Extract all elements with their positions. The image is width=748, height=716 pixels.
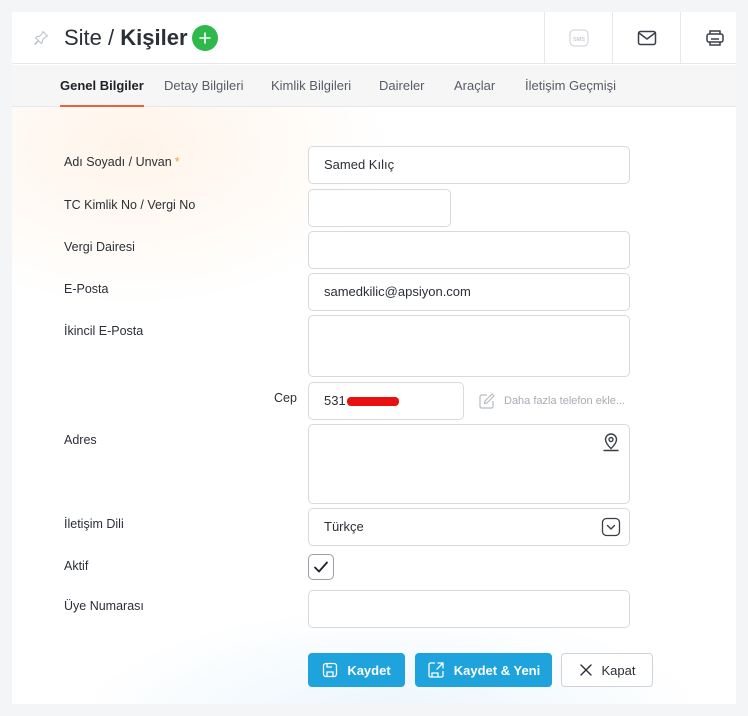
member-no-label: Üye Numarası	[64, 599, 144, 613]
mobile-input[interactable]: 531	[308, 382, 464, 420]
tab-daireler[interactable]: Daireler	[379, 65, 425, 107]
chevron-down-icon[interactable]	[601, 517, 621, 542]
edit-icon	[479, 393, 495, 409]
checkmark-icon	[314, 561, 328, 573]
save-button[interactable]: Kaydet	[308, 653, 405, 687]
address-label: Adres	[64, 433, 97, 447]
printer-icon	[705, 30, 724, 46]
tc-input[interactable]	[308, 189, 451, 227]
sms-button[interactable]: SMS	[544, 12, 612, 64]
tab-detay-bilgileri[interactable]: Detay Bilgileri	[164, 65, 243, 107]
email-label: E-Posta	[64, 282, 109, 296]
mobile-label: Cep	[274, 391, 297, 405]
tab-bar: Genel Bilgiler Detay Bilgileri Kimlik Bi…	[12, 65, 736, 107]
language-label: İletişim Dili	[64, 517, 124, 531]
plus-icon	[199, 32, 211, 44]
name-input[interactable]: Samed Kılıç	[308, 146, 630, 184]
add-more-phone-label: Daha fazla telefon ekle...	[504, 395, 626, 407]
save-and-new-button-label: Kaydet & Yeni	[453, 662, 541, 678]
breadcrumb-site[interactable]: Site	[64, 25, 102, 50]
required-mark: *	[174, 155, 180, 169]
tax-office-label: Vergi Dairesi	[64, 240, 135, 254]
tc-label: TC Kimlik No / Vergi No	[64, 198, 196, 212]
add-more-phone-link[interactable]: Daha fazla telefon ekle...	[478, 391, 625, 411]
email-value: samedkilic@apsiyon.com	[324, 284, 471, 299]
close-button[interactable]: Kapat	[561, 653, 653, 687]
tab-kimlik-bilgileri[interactable]: Kimlik Bilgileri	[271, 65, 351, 107]
close-icon	[579, 664, 592, 676]
member-no-input[interactable]	[308, 590, 630, 628]
tab-iletisim-gecmisi[interactable]: İletişim Geçmişi	[525, 65, 616, 107]
pin-icon[interactable]	[32, 29, 50, 47]
email-input[interactable]: samedkilic@apsiyon.com	[308, 273, 630, 311]
add-contact-button[interactable]	[192, 25, 218, 51]
email2-label: İkincil E-Posta	[64, 324, 144, 338]
contact-form-page: Site / Kişiler SMS Genel Bilgiler Detay …	[12, 12, 736, 704]
print-button[interactable]	[680, 12, 736, 64]
name-value: Samed Kılıç	[324, 157, 395, 172]
page-header: Site / Kişiler SMS	[12, 12, 736, 64]
save-and-new-button[interactable]: Kaydet & Yeni	[415, 653, 552, 687]
name-label-text: Adı Soyadı / Unvan	[64, 155, 172, 169]
save-icon	[323, 662, 338, 678]
breadcrumb-current: Kişiler	[120, 25, 188, 50]
redaction-mark	[346, 397, 399, 407]
name-label: Adı Soyadı / Unvan *	[64, 155, 180, 169]
sms-icon: SMS	[569, 29, 588, 47]
language-select[interactable]: Türkçe	[308, 508, 630, 546]
mail-button[interactable]	[612, 12, 680, 64]
save-new-icon	[428, 662, 444, 678]
active-label: Aktif	[64, 559, 89, 573]
close-button-label: Kapat	[601, 662, 636, 678]
email2-textarea[interactable]	[308, 315, 630, 377]
active-checkbox[interactable]	[308, 554, 334, 580]
language-value: Türkçe	[324, 519, 364, 534]
address-textarea[interactable]	[308, 424, 630, 504]
save-button-label: Kaydet	[347, 662, 391, 678]
breadcrumb-separator: /	[101, 25, 121, 50]
tab-genel-bilgiler[interactable]: Genel Bilgiler	[60, 65, 144, 107]
tax-office-input[interactable]	[308, 231, 630, 269]
sms-icon-text: SMS	[573, 37, 585, 43]
mail-icon	[637, 30, 656, 46]
page-title: Site / Kişiler	[64, 24, 188, 52]
map-pin-icon[interactable]	[601, 432, 621, 459]
tab-araclar[interactable]: Araçlar	[454, 65, 495, 107]
mobile-value: 531	[324, 393, 346, 408]
